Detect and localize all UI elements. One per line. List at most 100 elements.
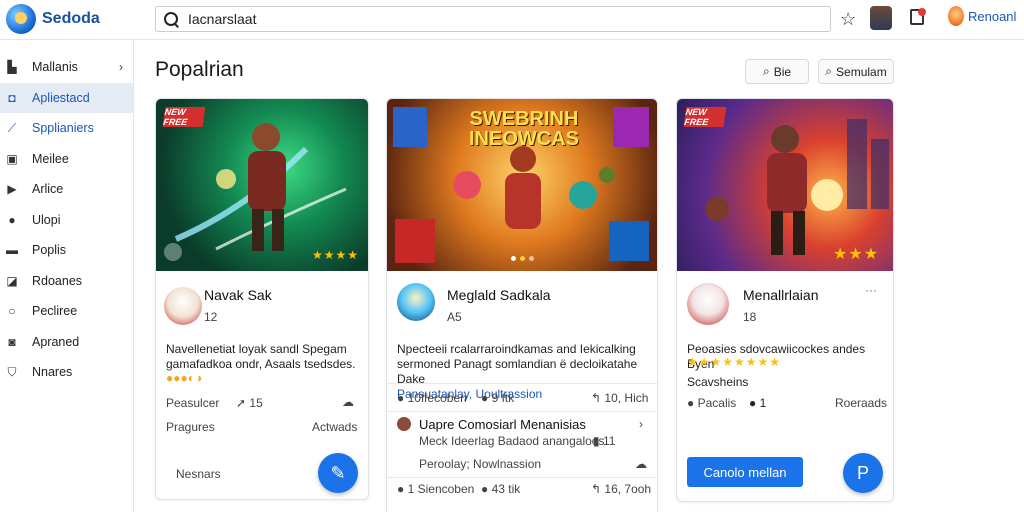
link-actwads[interactable]: Actwads bbox=[312, 420, 357, 434]
user-menu[interactable]: Renoanl bbox=[948, 6, 1016, 26]
game-card[interactable]: NEW FREE ★★★★ Navak Sak 12 Navellenetiat… bbox=[155, 98, 369, 500]
sidebar-item-label: Poplis bbox=[32, 243, 67, 258]
game-title[interactable]: Meglald Sadkala bbox=[447, 287, 551, 303]
sidebar-item-spplianiers[interactable]: ⟋ Spplianiers bbox=[0, 113, 133, 144]
search-icon: ⌕ bbox=[825, 64, 833, 78]
sidebar-item-label: Mallanis bbox=[32, 60, 78, 75]
share-count-value: 15 bbox=[249, 396, 263, 410]
more-options-icon[interactable]: ··· bbox=[865, 283, 877, 297]
star-icon[interactable]: ☆ bbox=[840, 8, 856, 30]
row-stat-left: ● 10ffecoben bbox=[397, 391, 467, 405]
page-title: Popalrian bbox=[155, 58, 244, 81]
game-description: Navellenetiat loyak sandl Spegam gamafad… bbox=[166, 342, 366, 372]
share-count: ➚ 15 bbox=[236, 396, 263, 410]
notification-dot bbox=[918, 8, 926, 16]
list-item-count: ▮ 11 bbox=[593, 434, 616, 448]
link-pragures[interactable]: Pragures bbox=[166, 420, 215, 434]
chevron-right-icon[interactable]: › bbox=[639, 417, 643, 431]
game-title[interactable]: Navak Sak bbox=[204, 287, 272, 303]
user-name: Renoanl bbox=[968, 8, 1017, 24]
tag-link[interactable]: ● Pacalis bbox=[687, 396, 736, 410]
logo-icon bbox=[6, 4, 36, 34]
sort-button[interactable]: ⌕ Bie bbox=[745, 59, 809, 84]
sidebar-item-rdoanes[interactable]: ◪ Rdoanes bbox=[0, 266, 133, 297]
row-stat-right-value: 10, Hich bbox=[604, 391, 649, 405]
building-icon: ▙ bbox=[7, 60, 17, 75]
description-line: gamafadkoa ondr, Asaals tsedsdes. bbox=[166, 357, 356, 371]
row-stat-mid: ● 43 tik bbox=[481, 482, 521, 496]
game-card[interactable]: NEW FREE ★★★ Menallrlaian ··· 18 Peoasie… bbox=[676, 98, 894, 502]
row-stat-mid-value: 43 tik bbox=[491, 482, 521, 496]
game-artwork[interactable]: NEW FREE ★★★★ bbox=[156, 99, 368, 271]
badge-new-free: NEW FREE bbox=[162, 107, 206, 127]
link-roeraads[interactable]: Roeraads bbox=[835, 396, 887, 410]
search-button[interactable]: ⌕ Semulam bbox=[818, 59, 894, 84]
row-stat-right: ↰ 10, Hich bbox=[591, 391, 649, 405]
chevron-right-icon: › bbox=[119, 60, 123, 75]
row-stat-right: ↰ 16, 7ooh bbox=[591, 482, 652, 496]
divider bbox=[387, 383, 657, 384]
play-icon: ▶ bbox=[7, 182, 17, 197]
media-icon: ▣ bbox=[6, 151, 18, 166]
description-line: Navellenetiat loyak sandl Spegam bbox=[166, 342, 347, 356]
sidebar-item-label: Spplianiers bbox=[32, 121, 94, 136]
fab-label: P bbox=[856, 462, 869, 483]
search-input[interactable] bbox=[188, 11, 788, 27]
sidebar-item-label: Apraned bbox=[32, 334, 80, 349]
sidebar-item-pecliree[interactable]: ○ Pecliree bbox=[0, 296, 133, 327]
like-count-value: 1 bbox=[759, 396, 767, 410]
avatar bbox=[687, 283, 729, 325]
game-artwork[interactable]: NEW FREE ★★★ bbox=[677, 99, 893, 271]
sidebar-item-label: Rdoanes bbox=[32, 273, 83, 288]
tag-icon: ◪ bbox=[6, 273, 18, 288]
link-nesnars[interactable]: Nesnars bbox=[176, 467, 221, 481]
edit-fab-button[interactable]: ✎ bbox=[318, 453, 358, 493]
game-artwork[interactable]: SWEBRINH INEOWCAS bbox=[387, 99, 657, 271]
tag-link-label: Pacalis bbox=[697, 396, 737, 410]
cloud-icon[interactable]: ☁ bbox=[635, 457, 647, 471]
carousel-dots[interactable] bbox=[511, 256, 534, 261]
profile-avatar[interactable] bbox=[870, 6, 892, 30]
top-bar: Sedoda ☆ Renoanl bbox=[0, 0, 1024, 40]
play-button-icon[interactable] bbox=[164, 243, 182, 261]
sidebar-item-poplis[interactable]: ▬ Poplis bbox=[0, 235, 133, 266]
search-bar[interactable] bbox=[155, 6, 831, 32]
list-item-link[interactable]: Peroolay; Nowlnassion bbox=[419, 457, 541, 471]
app-name: Sedoda bbox=[42, 10, 100, 27]
rating-stars: ★★★★★★★★ bbox=[687, 355, 782, 369]
app-logo[interactable]: Sedoda bbox=[6, 4, 100, 34]
row-stat-left-value: 1 Siencoben bbox=[407, 482, 475, 496]
badge-new-free: NEW FREE bbox=[683, 107, 727, 127]
spark-icon: ⟋ bbox=[7, 121, 17, 136]
sidebar-item-mallanis[interactable]: ▙ Mallanis › bbox=[0, 52, 133, 83]
sidebar-item-meilee[interactable]: ▣ Meilee bbox=[0, 144, 133, 175]
divider bbox=[387, 411, 657, 412]
cloud-icon[interactable]: ☁ bbox=[342, 395, 354, 409]
game-card[interactable]: SWEBRINH INEOWCAS Meglald Sadkala A5 Npe… bbox=[386, 98, 658, 512]
app-icon: ◘ bbox=[8, 90, 16, 105]
action-fab-button[interactable]: P bbox=[843, 453, 883, 493]
sidebar-item-nnares[interactable]: ⛉ Nnares bbox=[0, 357, 133, 388]
row-stat-mid: ● 9 ftk bbox=[481, 391, 515, 405]
circle-icon: ○ bbox=[8, 304, 16, 319]
primary-button[interactable]: Canolo mellan bbox=[687, 457, 803, 487]
edit-icon: ✎ bbox=[330, 462, 346, 483]
shield-icon: ⛉ bbox=[7, 365, 17, 380]
rating-stars: ★★★ bbox=[833, 246, 880, 263]
avatar bbox=[397, 283, 435, 321]
sort-button-label: Bie bbox=[773, 64, 792, 79]
rating-stars: ★★★★ bbox=[312, 248, 360, 262]
like-count: ● 1 bbox=[749, 396, 767, 410]
sidebar-item-apraned[interactable]: ◙ Apraned bbox=[0, 327, 133, 358]
app-window: Sedoda ☆ Renoanl ▙ Mallanis › ◘ Apliesta… bbox=[0, 0, 1024, 512]
sidebar-item-apliestacd[interactable]: ◘ Apliestacd bbox=[0, 82, 133, 113]
game-banner-title: SWEBRINH INEOWCAS bbox=[469, 108, 579, 150]
search-icon: ⌕ bbox=[762, 64, 770, 78]
sidebar-item-arlice[interactable]: ▶ Arlice bbox=[0, 174, 133, 205]
user-icon: ● bbox=[8, 212, 16, 227]
game-title[interactable]: Menallrlaian bbox=[743, 287, 818, 303]
sidebar-item-ulopi[interactable]: ● Ulopi bbox=[0, 205, 133, 236]
list-item-title[interactable]: Uapre Comosiarl Menanisias bbox=[419, 417, 586, 432]
user-avatar-icon bbox=[948, 6, 964, 26]
meta-label: Peasulcer bbox=[166, 396, 220, 410]
